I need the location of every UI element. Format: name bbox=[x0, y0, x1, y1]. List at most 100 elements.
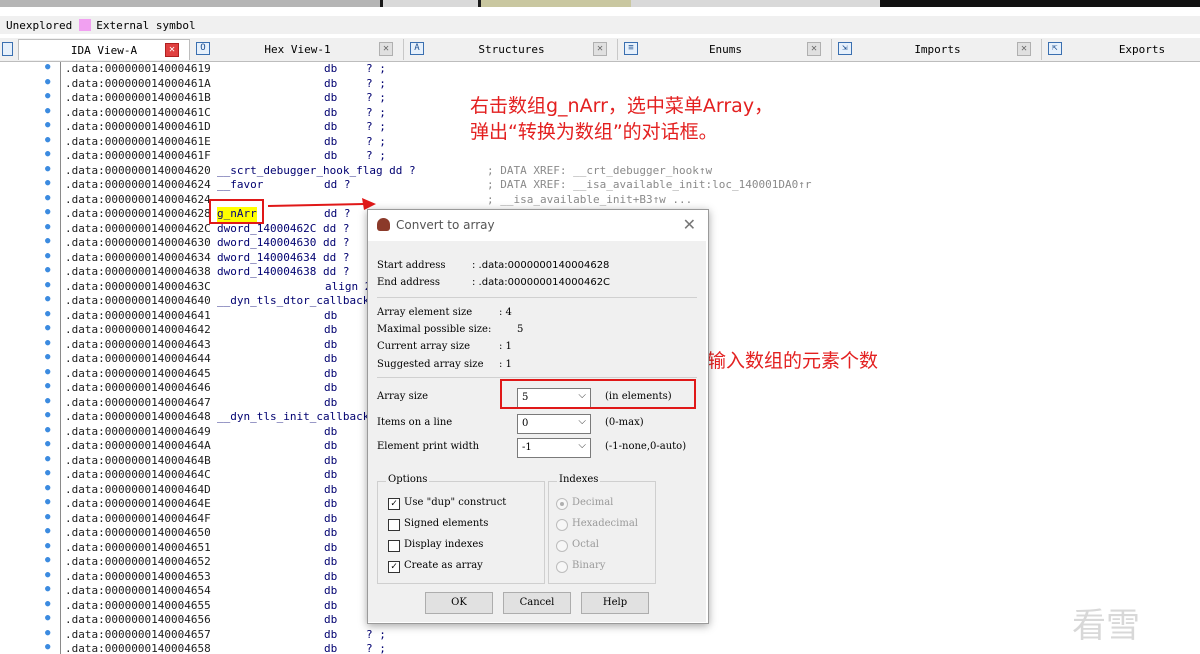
row-opcode: db bbox=[324, 482, 338, 496]
row-address: .data:0000000140004624 bbox=[65, 178, 211, 191]
octal-radio[interactable] bbox=[556, 540, 568, 552]
row-marker-icon: ● bbox=[45, 555, 51, 565]
row-opcode: db bbox=[324, 453, 338, 467]
row-marker-icon: ● bbox=[45, 381, 51, 391]
row-name[interactable]: dword_140004634 dd ? bbox=[217, 251, 349, 266]
listing-row[interactable]: ● .data:000000014000461A db ? ; bbox=[0, 77, 1200, 92]
tab-ida-view-a[interactable]: IDA View-A ✕ bbox=[18, 39, 190, 60]
listing-row[interactable]: ● .data:0000000140004624 __favor dd ? ; DATA… bbox=[0, 178, 1200, 193]
close-icon[interactable]: ✕ bbox=[807, 42, 821, 56]
display-indexes-checkbox[interactable] bbox=[388, 540, 400, 552]
print-width-combo[interactable]: -1 ⌵ bbox=[517, 438, 591, 458]
listing-row[interactable]: ● .data:000000014000461F db ? ; bbox=[0, 149, 1200, 164]
row-name[interactable]: __scrt_debugger_hook_flag dd ? bbox=[217, 164, 416, 179]
row-marker-icon: ● bbox=[45, 569, 51, 580]
row-marker-icon: ● bbox=[45, 453, 51, 464]
listing-row[interactable]: ● .data:0000000140004658 db ? ; bbox=[0, 642, 1200, 654]
tab-imports[interactable]: ⇲ Imports ✕ bbox=[834, 39, 1042, 60]
listing-row[interactable]: ● .data:0000000140004620 __scrt_debugger_h… bbox=[0, 164, 1200, 179]
row-opcode: db bbox=[324, 381, 338, 394]
convert-to-array-dialog: Convert to array ✕ Start address : .data… bbox=[367, 209, 709, 624]
create-as-array-checkbox[interactable]: ✓ bbox=[388, 561, 400, 573]
row-operand: ? ; bbox=[366, 91, 386, 104]
decimal-radio[interactable] bbox=[556, 498, 568, 510]
row-address: .data:0000000140004634 bbox=[65, 250, 211, 264]
row-marker-icon: ● bbox=[45, 410, 51, 420]
tab-hex-view-1[interactable]: O Hex View-1 ✕ bbox=[192, 39, 404, 60]
row-opcode: align 2 bbox=[325, 279, 372, 293]
max-size-value: 5 bbox=[517, 324, 524, 335]
row-marker-icon: ● bbox=[45, 511, 51, 522]
navigation-band[interactable] bbox=[0, 0, 1200, 7]
legend-external-label: External symbol bbox=[96, 18, 196, 32]
row-opcode: db bbox=[324, 540, 338, 554]
exports-icon: ⇱ bbox=[1048, 42, 1062, 55]
row-address: .data:000000014000463C bbox=[65, 279, 211, 293]
ida-logo-icon bbox=[377, 218, 390, 231]
row-name[interactable]: __dyn_tls_init_callback bbox=[217, 410, 369, 425]
listing-row[interactable]: ● .data:0000000140004619 db ? ; bbox=[0, 62, 1200, 77]
row-address: .data:000000014000464B bbox=[65, 453, 211, 467]
row-address: .data:0000000140004630 bbox=[65, 236, 211, 249]
row-address: .data:0000000140004655 bbox=[65, 598, 211, 612]
ok-button[interactable]: OK bbox=[425, 592, 493, 614]
binary-radio[interactable] bbox=[556, 561, 568, 573]
current-size-label: Current array size bbox=[377, 341, 471, 352]
create-as-array-label: Create as array bbox=[404, 560, 483, 571]
row-marker-icon: ● bbox=[45, 163, 51, 174]
close-icon[interactable]: ✕ bbox=[1017, 42, 1031, 56]
signed-elements-label: Signed elements bbox=[404, 518, 489, 529]
annotation-line-2: 弹出“转换为数组”的对话框。 bbox=[470, 121, 718, 143]
row-address: .data:000000014000464C bbox=[65, 468, 211, 481]
row-address: .data:0000000140004645 bbox=[65, 366, 211, 380]
signed-elements-checkbox[interactable] bbox=[388, 519, 400, 531]
close-icon[interactable]: ✕ bbox=[683, 215, 696, 234]
help-button[interactable]: Help bbox=[581, 592, 649, 614]
row-marker-icon: ● bbox=[45, 482, 51, 493]
tab-enums[interactable]: ≡ Enums ✕ bbox=[620, 39, 832, 60]
listing-row[interactable]: ● .data:0000000140004624 ; __isa_available… bbox=[0, 193, 1200, 208]
row-opcode: db bbox=[324, 439, 338, 452]
row-name[interactable]: __dyn_tls_dtor_callback bbox=[217, 294, 369, 309]
row-opcode: db bbox=[324, 584, 338, 597]
row-address: .data:000000014000464A bbox=[65, 439, 211, 452]
close-icon[interactable]: ✕ bbox=[593, 42, 607, 56]
items-per-line-value: 0 bbox=[522, 418, 529, 429]
items-per-line-label: Items on a line bbox=[377, 417, 453, 428]
row-marker-icon: ● bbox=[45, 337, 51, 348]
row-marker-icon: ● bbox=[45, 642, 51, 652]
cancel-button[interactable]: Cancel bbox=[503, 592, 571, 614]
row-address: .data:0000000140004644 bbox=[65, 352, 211, 365]
chevron-down-icon[interactable]: ⌵ bbox=[578, 416, 586, 427]
close-icon[interactable]: ✕ bbox=[165, 43, 179, 57]
row-operand: ? ; bbox=[366, 76, 386, 90]
suggested-size-value: : 1 bbox=[499, 359, 512, 370]
chevron-down-icon[interactable]: ⌵ bbox=[578, 440, 586, 451]
row-marker-icon: ● bbox=[45, 105, 51, 116]
dialog-title: Convert to array bbox=[396, 218, 495, 232]
row-name[interactable]: dword_140004630 dd ? bbox=[217, 236, 349, 251]
row-name[interactable]: __favor bbox=[217, 178, 263, 193]
close-icon[interactable]: ✕ bbox=[379, 42, 393, 56]
row-opcode: db bbox=[324, 569, 338, 583]
tab-label: Imports bbox=[914, 43, 961, 56]
row-marker-icon: ● bbox=[45, 221, 51, 232]
panel-menu-icon[interactable] bbox=[2, 42, 13, 56]
row-opcode: db bbox=[324, 555, 338, 568]
highlight-box-g-nArr bbox=[209, 199, 264, 224]
listing-row[interactable]: ● .data:0000000140004657 db ? ; bbox=[0, 628, 1200, 643]
use-dup-checkbox[interactable]: ✓ bbox=[388, 498, 400, 510]
legend-external-swatch bbox=[79, 19, 92, 31]
tab-exports[interactable]: ⇱ Exports bbox=[1044, 39, 1200, 60]
row-opcode: db bbox=[324, 308, 338, 322]
tab-structures[interactable]: A Structures ✕ bbox=[406, 39, 618, 60]
start-address-value: : .data:0000000140004628 bbox=[472, 260, 610, 271]
dialog-titlebar[interactable]: Convert to array ✕ bbox=[368, 210, 706, 240]
items-per-line-combo[interactable]: 0 ⌵ bbox=[517, 414, 591, 434]
row-opcode: db bbox=[324, 62, 338, 75]
row-name[interactable]: dword_140004638 dd ? bbox=[217, 265, 349, 280]
hexadecimal-radio[interactable] bbox=[556, 519, 568, 531]
items-per-line-hint: (0-max) bbox=[605, 417, 644, 428]
row-marker-icon: ● bbox=[45, 439, 51, 449]
row-marker-icon: ● bbox=[45, 352, 51, 362]
